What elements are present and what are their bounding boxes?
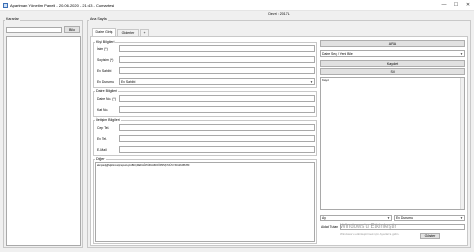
sil-button[interactable]: Sil bbox=[320, 68, 465, 75]
cep-tel-label: Cep Tel. bbox=[97, 126, 110, 130]
close-button[interactable]: ✕ bbox=[464, 2, 472, 9]
aidat-tutari-label: Aidat Tutarı bbox=[321, 225, 339, 229]
email-label: E-Mail bbox=[97, 148, 107, 152]
diger-text: abcçdefgğhıijklmnoöprsştuüvyzABCÇDEFGĞHI… bbox=[97, 164, 190, 167]
ev-sahibi-label: Ev Sahibi bbox=[97, 69, 112, 73]
tab-add[interactable]: + bbox=[140, 29, 149, 36]
ev-durumu-filter-value: Ev Durumu bbox=[396, 216, 413, 220]
daire-select[interactable]: Daire Seç / Yeni Bile ▼ bbox=[320, 50, 465, 57]
daire-bilgileri-title: Daire Bilgileri bbox=[95, 88, 119, 93]
isim-label: İsim (*) bbox=[97, 47, 108, 51]
kisi-bilgileri-title: Kişi Bilgileri bbox=[95, 39, 116, 44]
devir-header: Devri : 2017L bbox=[268, 12, 290, 16]
soyisim-input[interactable] bbox=[119, 56, 315, 63]
maximize-button[interactable]: ☐ bbox=[452, 2, 460, 9]
cep-tel-input[interactable] bbox=[119, 124, 315, 131]
chevron-down-icon: ▼ bbox=[310, 80, 313, 84]
ev-durumu-value: Ev Sahibi bbox=[121, 80, 136, 84]
iletisim-bilgileri-title: İletişim Bilgileri bbox=[95, 117, 121, 122]
goster-button[interactable]: Göster bbox=[420, 233, 440, 239]
ev-durumu-select[interactable]: Ev Sahibi ▼ bbox=[119, 78, 315, 85]
ay-select[interactable]: Ay ▼ bbox=[320, 215, 392, 221]
daire-no-label: Daire No. (*) bbox=[97, 97, 116, 101]
karar-search-input[interactable] bbox=[6, 27, 62, 33]
tab-daire-giris[interactable]: Daire Giriş bbox=[92, 28, 116, 36]
kat-no-label: Kat No. bbox=[97, 108, 109, 112]
ev-durumu-label: Ev Durumu bbox=[97, 80, 114, 84]
watermark-subtitle: Windows'u etkinleştirmek için Ayarlar'a … bbox=[340, 232, 400, 236]
ev-sahibi-input[interactable] bbox=[119, 67, 315, 74]
ay-select-value: Ay bbox=[322, 216, 326, 220]
ev-tel-input[interactable] bbox=[119, 135, 315, 142]
isim-input[interactable] bbox=[119, 45, 315, 52]
app-icon bbox=[3, 3, 8, 8]
chevron-down-icon: ▼ bbox=[460, 52, 463, 56]
email-input[interactable] bbox=[119, 146, 315, 153]
diger-textarea[interactable]: abcçdefgğhıijklmnoöprsştuüvyzABCÇDEFGĞHI… bbox=[95, 162, 315, 242]
kat-no-input[interactable] bbox=[119, 106, 315, 113]
chevron-down-icon: ▼ bbox=[460, 216, 463, 220]
tab-giderler[interactable]: Giderler bbox=[117, 29, 139, 36]
kararlar-group-title: Kararlar bbox=[5, 17, 20, 21]
kaydet-button[interactable]: Kaydet bbox=[320, 60, 465, 67]
diger-title: Diğer bbox=[95, 156, 106, 161]
window-title: Apartman Yönetim Paneli - 20.06.2020 - 2… bbox=[10, 3, 115, 8]
ev-tel-label: Ev Tel. bbox=[97, 137, 108, 141]
soyisim-label: Soyisim (*) bbox=[97, 58, 114, 62]
daire-no-input[interactable] bbox=[119, 95, 315, 102]
daire-select-value: Daire Seç / Yeni Bile bbox=[322, 52, 353, 56]
karar-search-button[interactable]: Bilo bbox=[64, 26, 80, 33]
watermark-title: Windows'u Etkinleştir bbox=[340, 224, 397, 230]
ara-button[interactable]: ARA bbox=[320, 40, 465, 47]
minimize-button[interactable]: — bbox=[440, 2, 448, 9]
kayit-scrollbar[interactable] bbox=[460, 78, 464, 209]
kayit-label: Kayıt bbox=[322, 78, 329, 82]
ev-durumu-filter-select[interactable]: Ev Durumu ▼ bbox=[394, 215, 465, 221]
kararlar-list[interactable] bbox=[6, 36, 81, 246]
chevron-down-icon: ▼ bbox=[387, 216, 390, 220]
kayit-list[interactable] bbox=[320, 77, 465, 210]
